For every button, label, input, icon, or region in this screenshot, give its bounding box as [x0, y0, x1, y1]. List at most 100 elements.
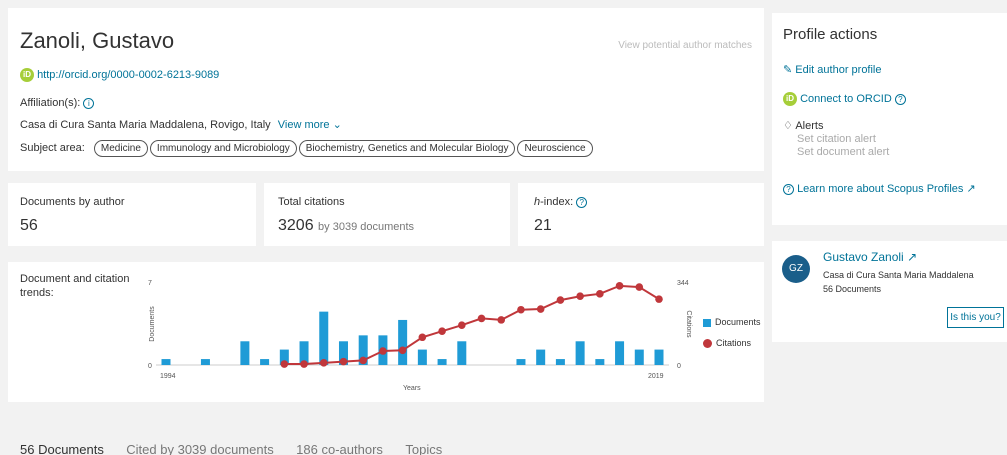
hindex-metric-card: h-index: ? 21	[518, 183, 764, 246]
orcid-icon: iD	[20, 68, 34, 82]
documents-bar	[457, 341, 467, 365]
citations-point	[635, 283, 644, 291]
legend-citations-swatch	[703, 339, 712, 349]
x-axis-tick: 1994	[160, 373, 176, 380]
suggested-author-name[interactable]: Gustavo Zanoli ↗	[823, 250, 917, 264]
learn-more-link[interactable]: ? Learn more about Scopus Profiles ↗	[783, 182, 976, 195]
bell-icon: ♢	[783, 120, 793, 132]
documents-bar	[260, 359, 270, 365]
citations-point	[655, 295, 663, 303]
citations-point	[517, 305, 525, 314]
x-axis-tick: 2019	[648, 373, 664, 380]
is-this-you-button[interactable]: Is this you?	[947, 307, 1004, 328]
citations-point	[596, 290, 604, 298]
citations-metric-card: Total citations 3206 by 3039 documents	[264, 183, 510, 246]
citations-point	[458, 321, 466, 329]
documents-bar	[398, 319, 408, 365]
profile-actions-card: Profile actions ✎ Edit author profile iD…	[772, 13, 1007, 225]
connect-orcid-link[interactable]: iD Connect to ORCID ?	[783, 92, 906, 106]
suggested-author-affiliation: Casa di Cura Santa Maria Maddalena	[823, 270, 974, 280]
orcid-icon: iD	[783, 92, 797, 106]
citations-point	[379, 347, 387, 355]
citations-point	[339, 357, 348, 366]
affiliation-text: Casa di Cura Santa Maria Maddalena, Rovi…	[20, 119, 271, 131]
legend-documents[interactable]: Documents	[703, 317, 761, 327]
hindex-label: -index:	[540, 196, 574, 208]
citations-point	[300, 360, 308, 368]
view-more-link[interactable]: View more ⌄	[278, 119, 342, 131]
subject-label: Subject area:	[20, 142, 85, 154]
info-icon[interactable]: ?	[894, 93, 906, 105]
trends-card: Document and citation trends: 7 0 344 0 1994…	[8, 262, 764, 402]
citations-point	[536, 305, 545, 313]
documents-bar	[615, 341, 625, 365]
documents-bar	[595, 359, 605, 365]
orcid-link[interactable]: http://orcid.org/0000-0002-6213-9089	[37, 69, 219, 81]
profile-actions-title: Profile actions	[783, 26, 878, 43]
documents-bar	[634, 349, 644, 365]
tab-co-authors[interactable]: 186 co-authors	[296, 442, 383, 455]
view-author-matches-link[interactable]: View potential author matches	[618, 40, 752, 51]
avatar: GZ	[782, 255, 810, 283]
tab-cited-by[interactable]: Cited by 3039 documents	[126, 442, 273, 455]
documents-bar	[161, 359, 171, 365]
profile-card: Zanoli, Gustavo View potential author ma…	[8, 8, 764, 171]
legend-documents-swatch	[703, 318, 711, 327]
info-icon[interactable]: i	[83, 97, 95, 109]
citations-point	[319, 359, 328, 367]
citations-point	[497, 316, 506, 324]
documents-bar	[575, 341, 585, 365]
left-axis-tick: 0	[148, 363, 152, 370]
subject-tag[interactable]: Immunology and Microbiology	[149, 140, 297, 157]
edit-profile-link[interactable]: ✎ Edit author profile	[783, 63, 882, 76]
right-axis-label: Citations	[685, 310, 692, 338]
citations-point	[418, 333, 427, 342]
citations-point	[359, 356, 368, 365]
orcid-row: iD http://orcid.org/0000-0002-6213-9089	[20, 68, 219, 82]
hindex-metric-label-row: h-index: ?	[534, 196, 588, 208]
chevron-down-icon: ⌄	[332, 119, 342, 131]
info-icon[interactable]: ?	[576, 196, 588, 208]
affiliation-label-row: Affiliation(s): i	[20, 97, 95, 109]
subject-area-row: Subject area: Medicine Immunology and Mic…	[20, 140, 595, 157]
info-icon: ?	[783, 183, 794, 195]
x-axis-label: Years	[403, 385, 421, 392]
citations-metric-sub: by 3039 documents	[318, 221, 415, 233]
documents-bar	[654, 349, 664, 365]
hindex-metric-value[interactable]: 21	[534, 217, 552, 235]
documents-metric-card: Documents by author 56	[8, 183, 256, 246]
citations-point	[280, 360, 289, 368]
documents-bar	[240, 341, 250, 365]
citations-point	[615, 282, 624, 290]
subject-tag[interactable]: Biochemistry, Genetics and Molecular Bio…	[298, 140, 516, 157]
documents-bar	[555, 359, 565, 365]
set-citation-alert-link[interactable]: Set citation alert	[797, 133, 889, 145]
documents-metric-label: Documents by author	[20, 196, 125, 208]
subject-tag[interactable]: Medicine	[93, 140, 148, 157]
affiliation-row: Casa di Cura Santa Maria Maddalena, Rovi…	[20, 118, 342, 131]
external-arrow-icon: ↗	[966, 183, 976, 195]
set-document-alert-link[interactable]: Set document alert	[797, 146, 889, 158]
citations-point	[438, 327, 446, 336]
documents-bar	[417, 349, 427, 365]
author-name: Zanoli, Gustavo	[20, 28, 175, 53]
documents-bar	[536, 349, 546, 365]
documents-metric-value[interactable]: 56	[20, 217, 38, 235]
document-tabs: 56 Documents Cited by 3039 documents 186…	[20, 441, 460, 455]
documents-bar	[319, 311, 329, 365]
citations-point	[576, 292, 584, 301]
subject-tag[interactable]: Neuroscience	[517, 140, 593, 157]
documents-bar	[200, 359, 210, 365]
left-axis-tick: 7	[148, 280, 152, 287]
legend-citations[interactable]: Citations	[703, 338, 761, 349]
citations-metric-row: 3206 by 3039 documents	[278, 217, 414, 235]
tab-documents[interactable]: 56 Documents	[20, 442, 104, 455]
tab-topics[interactable]: Topics	[405, 442, 442, 455]
external-arrow-icon: ↗	[907, 250, 918, 264]
citations-metric-value[interactable]: 3206	[278, 217, 314, 234]
edit-user-icon: ✎	[783, 64, 793, 76]
author-suggestion-card: GZ Gustavo Zanoli ↗ Casa di Cura Santa M…	[772, 241, 1007, 342]
documents-bar	[516, 359, 526, 365]
right-axis-tick: 0	[677, 363, 681, 370]
citations-point	[398, 346, 407, 355]
